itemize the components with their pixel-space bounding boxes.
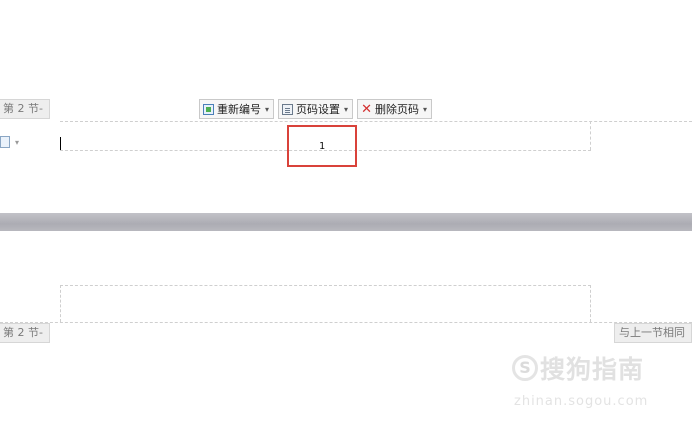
text-cursor <box>60 137 61 150</box>
delete-page-number-button[interactable]: ✕ 删除页码 ▾ <box>357 99 433 119</box>
footer-section-tag: 第 2 节- <box>0 323 50 343</box>
header-section-tag: 第 2 节- <box>0 99 50 119</box>
page-number[interactable]: 1 <box>319 141 325 152</box>
page-setup-button[interactable]: 页码设置 ▾ <box>278 99 354 119</box>
watermark-url: zhinan.sogou.com <box>514 394 649 409</box>
header-section-label: 第 2 节- <box>3 102 43 115</box>
chevron-down-icon: ▾ <box>423 104 428 114</box>
footer-right-margin <box>590 285 591 322</box>
page-separator <box>0 213 692 231</box>
footer-section-label: 第 2 节- <box>3 326 43 339</box>
chevron-down-icon[interactable]: ▾ <box>15 138 19 147</box>
footer-left-margin <box>60 285 61 322</box>
same-as-previous-tag[interactable]: 与上一节相同 <box>614 323 692 343</box>
document-icon[interactable] <box>0 136 10 148</box>
renumber-button[interactable]: 重新编号 ▾ <box>199 99 275 119</box>
delete-x-icon: ✕ <box>361 101 372 117</box>
same-as-previous-label: 与上一节相同 <box>619 326 685 339</box>
watermark: S 搜狗指南 <box>512 350 644 386</box>
footer-bottom-boundary <box>0 322 692 323</box>
page-number-highlight[interactable]: 1 <box>287 125 357 167</box>
page-number-toolbar: 重新编号 ▾ 页码设置 ▾ ✕ 删除页码 ▾ <box>199 99 433 119</box>
renumber-label: 重新编号 <box>217 103 261 116</box>
chevron-down-icon: ▾ <box>344 104 349 114</box>
header-right-margin <box>590 121 591 150</box>
page-setup-icon <box>282 103 294 115</box>
watermark-brand: 搜狗指南 <box>540 355 645 384</box>
header-top-boundary <box>60 121 692 122</box>
page-setup-label: 页码设置 <box>296 103 341 116</box>
delete-page-number-label: 删除页码 <box>375 103 420 116</box>
footer-top-boundary <box>60 285 591 286</box>
renumber-icon <box>203 103 214 115</box>
chevron-down-icon: ▾ <box>265 104 270 114</box>
sogou-logo-icon: S <box>512 355 538 381</box>
